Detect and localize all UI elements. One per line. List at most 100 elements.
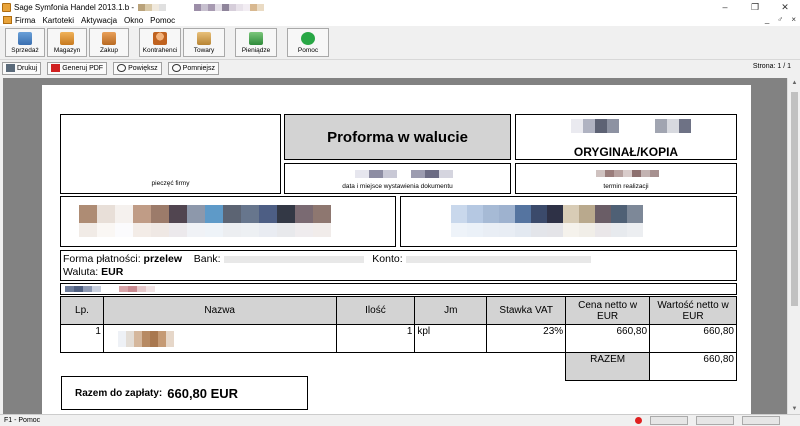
scroll-up-icon[interactable]: ▲	[788, 80, 800, 86]
help-button[interactable]: Pomoc	[287, 27, 329, 57]
seller-box	[60, 196, 396, 247]
scrollbar-thumb[interactable]	[791, 92, 798, 306]
status-panel-3	[742, 416, 780, 425]
col-vat: Stawka VAT	[486, 296, 567, 325]
scroll-down-icon[interactable]: ▼	[788, 406, 800, 412]
menu-firma[interactable]: Firma	[15, 16, 35, 25]
date-place-label: data i miejsce wystawienia dokumentu	[342, 183, 453, 190]
table-row: 1 1 kpl 23% 660,80 660,80	[60, 324, 737, 353]
app-icon	[2, 2, 11, 12]
cell-lp: 1	[60, 324, 104, 353]
cell-value: 660,80	[649, 324, 737, 353]
bank-redacted	[223, 255, 364, 263]
menu-kartoteki[interactable]: Kartoteki	[42, 16, 74, 25]
document-page: pieczęć firmy Proforma w walucie data i …	[42, 85, 751, 414]
total-box: Razem do zapłaty: 660,80 EUR	[61, 376, 308, 410]
sum-value: 660,80	[649, 352, 737, 381]
help-icon	[301, 31, 315, 45]
cell-qty: 1	[335, 324, 416, 353]
zoom-out-button[interactable]: Pomniejsz	[167, 61, 219, 75]
bank-label: Bank:	[193, 253, 221, 265]
realization-redacted	[596, 170, 659, 177]
zoom-out-icon	[171, 64, 181, 72]
status-alert-icon	[635, 417, 642, 424]
realization-label: termin realizacji	[603, 183, 649, 190]
original-copy-redacted	[571, 119, 691, 133]
buyer-redacted	[451, 205, 643, 223]
menu-bar: Firma Kartoteki Aktywacja Okno Pomoc _ ♂…	[0, 14, 800, 26]
purchase-button[interactable]: Zakup	[89, 27, 129, 57]
warehouse-button[interactable]: Magazyn	[47, 27, 87, 57]
main-toolbar: Sprzedaż Magazyn Zakup Kontrahenci Towar…	[0, 26, 800, 58]
contractors-button[interactable]: Kontrahenci	[139, 27, 181, 57]
print-button[interactable]: Drukuj	[2, 61, 42, 75]
status-bar: F1 - Pomoc	[0, 414, 800, 426]
sum-label: RAZEM	[565, 352, 651, 381]
account-redacted	[405, 255, 591, 263]
minimize-button[interactable]: –	[710, 0, 740, 14]
cell-price: 660,80	[565, 324, 651, 353]
notes-strip	[60, 283, 737, 295]
cell-unit: kpl	[414, 324, 488, 353]
goods-icon	[197, 31, 211, 45]
menu-pomoc[interactable]: Pomoc	[150, 16, 175, 25]
currency-line: Waluta: EUR	[63, 266, 124, 278]
window-controls: – ❐ ✕	[710, 0, 800, 14]
title-bar: Sage Symfonia Handel 2013.1.b - – ❐ ✕	[0, 0, 800, 14]
payment-info-box: Forma płatności: przelew Bank: Konto: Wa…	[60, 250, 737, 281]
table-header-row: Lp. Nazwa Ilość Jm Stawka VAT Cena netto…	[60, 296, 737, 325]
payment-method: przelew	[143, 253, 183, 265]
total-amount: 660,80 EUR	[167, 385, 239, 401]
contractors-icon	[153, 31, 167, 45]
menu-aktywacja[interactable]: Aktywacja	[81, 16, 117, 25]
sales-button[interactable]: Sprzedaż	[5, 27, 45, 57]
payment-line: Forma płatności: przelew Bank: Konto:	[63, 253, 591, 265]
total-label: Razem do zapłaty:	[75, 387, 163, 399]
pdf-icon	[51, 64, 61, 72]
mdi-restore-button[interactable]: ♂	[777, 14, 783, 26]
document-menu-icon[interactable]	[3, 16, 12, 24]
mdi-close-button[interactable]: ×	[791, 14, 796, 26]
seller-redacted	[79, 205, 331, 223]
col-price: Cena netto w EUR	[565, 296, 651, 325]
menu-okno[interactable]: Okno	[124, 16, 143, 25]
close-button[interactable]: ✕	[770, 0, 800, 14]
mdi-controls: _ ♂ ×	[765, 14, 796, 26]
mdi-minimize-button[interactable]: _	[765, 14, 769, 26]
generate-pdf-button[interactable]: Generuj PDF	[47, 61, 108, 75]
status-indicators	[635, 416, 780, 425]
col-value: Wartość netto w EUR	[649, 296, 737, 325]
warehouse-icon	[60, 31, 74, 45]
printer-icon	[6, 64, 15, 72]
status-panel-2	[696, 416, 734, 425]
date-place-box: data i miejsce wystawienia dokumentu	[284, 163, 511, 194]
col-unit: Jm	[414, 296, 488, 325]
status-panel-1	[650, 416, 688, 425]
zoom-in-button[interactable]: Powiększ	[113, 61, 162, 75]
sales-icon	[18, 31, 32, 45]
col-qty: Ilość	[335, 296, 416, 325]
cell-vat: 23%	[486, 324, 567, 353]
page-indicator: Strona: 1 / 1	[752, 63, 791, 70]
items-table: Lp. Nazwa Ilość Jm Stawka VAT Cena netto…	[60, 296, 737, 381]
purchase-icon	[102, 31, 116, 45]
maximize-button[interactable]: ❐	[740, 0, 770, 14]
account-label: Konto:	[372, 253, 403, 265]
print-preview-area[interactable]: pieczęć firmy Proforma w walucie data i …	[3, 78, 787, 414]
currency-value: EUR	[101, 266, 124, 278]
vertical-scrollbar[interactable]: ▲ ▼	[787, 78, 800, 414]
buyer-redacted-row2	[451, 223, 643, 237]
money-button[interactable]: Pieniądze	[235, 27, 277, 57]
title-redacted	[138, 3, 265, 11]
document-title: Proforma w walucie	[284, 114, 511, 160]
zoom-in-icon	[117, 64, 127, 72]
realization-box: termin realizacji	[515, 163, 737, 194]
company-stamp-box: pieczęć firmy	[60, 114, 281, 194]
col-name: Nazwa	[102, 296, 337, 325]
money-icon	[249, 31, 263, 45]
notes-redacted	[65, 286, 155, 292]
seller-redacted-row2	[79, 223, 331, 237]
original-copy-label: ORYGINAŁ/KOPIA	[573, 145, 679, 159]
goods-button[interactable]: Towary	[183, 27, 225, 57]
window-title: Sage Symfonia Handel 2013.1.b -	[14, 2, 135, 12]
